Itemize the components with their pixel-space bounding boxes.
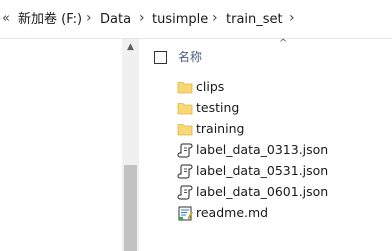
json-file-icon xyxy=(177,185,193,200)
breadcrumb-train-set[interactable]: train_set xyxy=(226,12,283,27)
json-file-icon xyxy=(177,164,193,179)
breadcrumb-drive[interactable]: 新加卷 (F:) xyxy=(18,12,82,27)
column-header-name[interactable]: 名称 xyxy=(178,50,202,65)
file-row-label-data-0531[interactable]: label_data_0531.json xyxy=(174,161,374,181)
markdown-file-icon xyxy=(178,206,193,221)
navigation-pane[interactable] xyxy=(0,39,140,251)
breadcrumb-overflow-button[interactable]: « xyxy=(2,10,10,27)
file-name: label_data_0601.json xyxy=(196,184,329,199)
breadcrumb-separator[interactable]: › xyxy=(139,10,145,27)
file-name: clips xyxy=(196,79,225,94)
file-name: testing xyxy=(196,100,240,115)
scroll-up-arrow-icon[interactable]: ▲ xyxy=(124,41,137,54)
folder-icon xyxy=(177,82,193,94)
file-row-readme[interactable]: readme.md xyxy=(174,203,374,223)
navigation-scrollbar-thumb[interactable] xyxy=(124,165,137,251)
file-name: label_data_0531.json xyxy=(196,163,329,178)
address-bar[interactable]: « 新加卷 (F:) › Data › tusimple › train_set… xyxy=(0,0,392,39)
file-row-training[interactable]: training xyxy=(174,119,374,139)
file-name: label_data_0313.json xyxy=(196,142,329,157)
breadcrumb-separator[interactable]: › xyxy=(86,10,92,27)
file-row-label-data-0601[interactable]: label_data_0601.json xyxy=(174,182,374,202)
breadcrumb-separator[interactable]: › xyxy=(289,10,295,27)
breadcrumb-separator[interactable]: › xyxy=(212,10,218,27)
file-name: readme.md xyxy=(196,205,269,220)
file-row-label-data-0313[interactable]: label_data_0313.json xyxy=(174,140,374,160)
select-all-checkbox[interactable] xyxy=(154,51,167,64)
file-row-testing[interactable]: testing xyxy=(174,98,374,118)
json-file-icon xyxy=(177,143,193,158)
file-name: training xyxy=(196,121,245,136)
file-row-clips[interactable]: clips xyxy=(174,77,374,97)
folder-icon xyxy=(177,103,193,115)
folder-icon xyxy=(177,124,193,136)
breadcrumb-tusimple[interactable]: tusimple xyxy=(152,12,208,27)
breadcrumb-data[interactable]: Data xyxy=(100,12,131,27)
sort-ascending-icon: ^ xyxy=(279,38,288,49)
